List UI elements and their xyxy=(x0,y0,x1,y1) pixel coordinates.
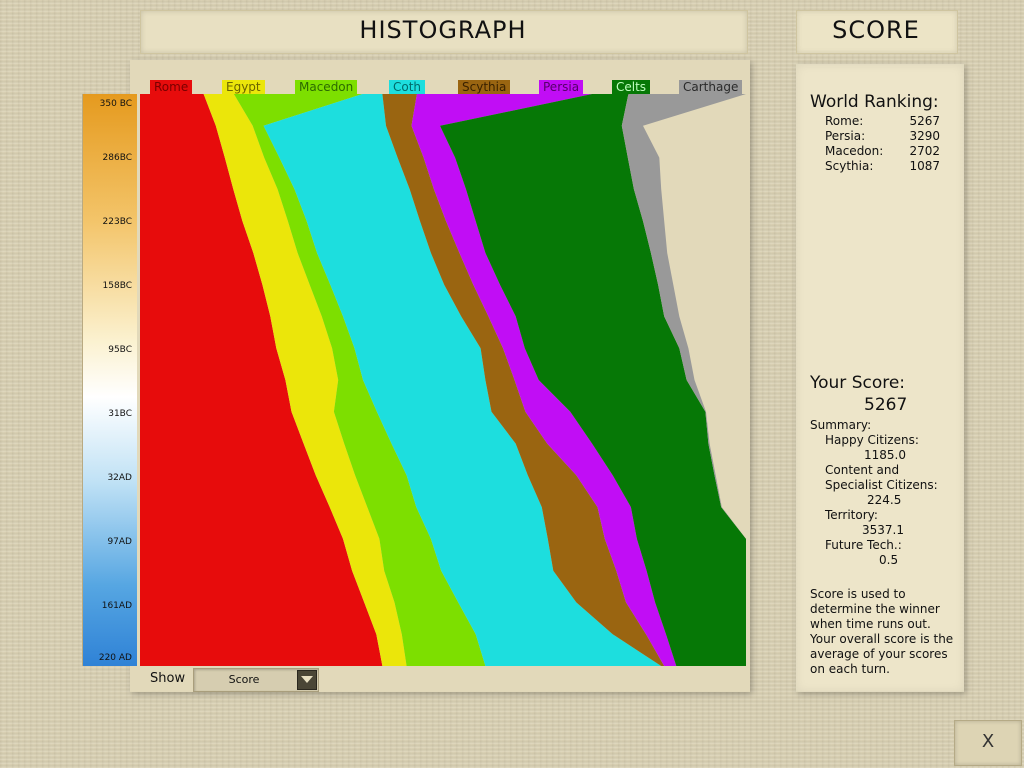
territory-label: Territory: xyxy=(825,508,878,522)
page-title: HISTOGRAPH xyxy=(359,16,527,44)
score-explanation: Score is used to determine the winner wh… xyxy=(810,587,954,676)
timeline-label: 97AD xyxy=(107,537,132,547)
ranking-name: Scythia: xyxy=(825,159,874,173)
legend-item-egypt: Egypt xyxy=(222,80,265,95)
ranking-row: Persia: 3290 xyxy=(825,129,945,144)
show-dropdown[interactable]: Score xyxy=(193,668,319,692)
content-label-line2: Specialist Citizens: xyxy=(825,478,938,492)
your-score-title: Your Score: xyxy=(810,373,906,393)
happy-citizens-label: Happy Citizens: xyxy=(825,433,919,447)
histograph-chart xyxy=(140,94,746,666)
ranking-score: 5267 xyxy=(909,114,940,128)
summary-label: Summary: xyxy=(810,418,872,432)
timeline-label: 32AD xyxy=(107,473,132,483)
content-value: 224.5 xyxy=(867,493,902,507)
dropdown-arrow-icon[interactable] xyxy=(297,670,317,690)
happy-citizens-value: 1185.0 xyxy=(864,448,906,462)
legend-item-macedon: Macedon xyxy=(295,80,358,95)
timeline-label: 223BC xyxy=(102,217,132,227)
show-dropdown-value: Score xyxy=(228,673,260,686)
ranking-score: 1087 xyxy=(909,159,940,173)
world-ranking-title: World Ranking: xyxy=(810,92,939,112)
future-tech-value: 0.5 xyxy=(879,553,899,567)
legend-item-coth: Coth xyxy=(389,80,426,95)
show-label: Show xyxy=(150,671,186,686)
ranking-row: Macedon: 2702 xyxy=(825,144,945,159)
score-title: SCORE xyxy=(832,16,920,44)
timeline-label: 161AD xyxy=(101,601,132,611)
legend-item-persia: Persia xyxy=(539,80,584,95)
ranking-row: Rome: 5267 xyxy=(825,114,945,129)
timeline-label: 286BC xyxy=(102,153,132,163)
close-button[interactable]: X xyxy=(954,720,1022,766)
timeline-label: 350 BC xyxy=(99,99,132,109)
content-label-line1: Content and xyxy=(825,463,900,477)
ranking-name: Rome: xyxy=(825,114,864,128)
ranking-name: Persia: xyxy=(825,129,866,143)
timeline-label: 158BC xyxy=(102,281,132,291)
ranking-score: 2702 xyxy=(909,144,940,158)
ranking-name: Macedon: xyxy=(825,144,884,158)
timeline-bar xyxy=(82,94,137,666)
timeline-label: 220 AD xyxy=(98,653,132,663)
territory-value: 3537.1 xyxy=(862,523,904,537)
timeline-label: 95BC xyxy=(108,345,132,355)
legend-item-celts: Celts xyxy=(612,80,651,95)
legend-item-scythia: Scythia xyxy=(458,80,511,95)
ranking-row: Scythia: 1087 xyxy=(825,159,945,174)
timeline-label: 31BC xyxy=(108,409,132,419)
ranking-score: 3290 xyxy=(909,129,940,143)
legend-item-carthage: Carthage xyxy=(679,80,743,95)
future-tech-label: Future Tech.: xyxy=(825,538,902,552)
close-icon: X xyxy=(981,731,995,752)
your-score-value: 5267 xyxy=(864,395,908,415)
legend-item-rome: Rome xyxy=(150,80,193,95)
